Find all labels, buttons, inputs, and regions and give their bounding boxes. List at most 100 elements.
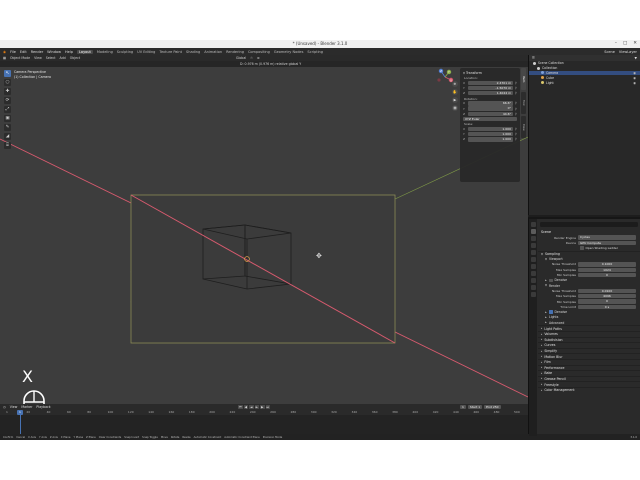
outliner-item[interactable]: Light ◉: [529, 80, 640, 85]
lock-icon[interactable]: ⚲: [513, 101, 517, 105]
rotate-tool-icon[interactable]: ⟳: [4, 97, 11, 104]
r-max-samples-field[interactable]: 4096: [578, 294, 636, 299]
tab-shading[interactable]: Shading: [186, 50, 200, 54]
physics-tab-icon[interactable]: [530, 278, 536, 283]
menu-object[interactable]: Object: [70, 56, 80, 60]
tab-modeling[interactable]: Modeling: [97, 50, 113, 54]
time-limit-field[interactable]: 0 s: [578, 304, 636, 309]
close-button[interactable]: ✕: [633, 40, 637, 48]
device-select[interactable]: GPU Compute: [578, 240, 636, 246]
render-engine-select[interactable]: Cycles: [578, 235, 636, 240]
play-reverse-icon[interactable]: ◄: [249, 405, 254, 409]
editor-type-icon[interactable]: ▦: [3, 56, 6, 60]
annotate-tool-icon[interactable]: ✎: [4, 124, 11, 131]
lock-icon[interactable]: ⚲: [513, 112, 517, 116]
scene-selector[interactable]: Scene: [604, 50, 615, 54]
scale-z-field[interactable]: 1.000: [468, 137, 513, 142]
vp-noise-threshold-field[interactable]: 0.1000: [578, 262, 636, 267]
rotation-x-field[interactable]: 66.6°: [468, 101, 513, 106]
pan-hand-icon[interactable]: ✋: [452, 89, 458, 95]
r-min-samples-field[interactable]: 0: [578, 299, 636, 304]
move-tool-icon[interactable]: ✚: [4, 88, 11, 95]
mode-selector[interactable]: Object Mode: [10, 56, 30, 60]
view-layer-tab-icon[interactable]: [530, 243, 536, 248]
lock-icon[interactable]: ⚲: [513, 91, 517, 95]
properties-search[interactable]: [540, 222, 638, 227]
gizmo-neg-x[interactable]: [437, 78, 441, 82]
3d-viewport[interactable]: ✥ ↖ ○ ✚ ⟳ ⤢ ▣ ✎ ◢ ⌹ Camera Perspective (…: [0, 67, 528, 404]
frame-ruler[interactable]: 1 20 40 60 80 100 120 140 160 180 200 220 240 260 280 3…: [0, 410, 528, 415]
prev-keyframe-icon[interactable]: ◀: [243, 405, 248, 409]
tab-compositing[interactable]: Compositing: [248, 50, 270, 54]
vp-min-samples-field[interactable]: 0: [578, 272, 636, 278]
lock-icon[interactable]: ⚲: [513, 137, 517, 141]
world-tab-icon[interactable]: [530, 257, 536, 262]
pivot-icon[interactable]: ☉: [250, 56, 253, 60]
constraint-tab-icon[interactable]: [530, 285, 536, 290]
rotation-y-field[interactable]: 0°: [468, 106, 513, 111]
tab-rendering[interactable]: Rendering: [226, 50, 244, 54]
timeline-editor-icon[interactable]: ◷: [3, 405, 6, 409]
tab-sculpting[interactable]: Sculpting: [117, 50, 133, 54]
visibility-eye-icon[interactable]: ◉: [633, 71, 640, 75]
location-z-field[interactable]: 1.4044 m: [468, 90, 513, 96]
modifier-tab-icon[interactable]: [530, 271, 536, 276]
view-layer-selector[interactable]: ViewLayer: [619, 50, 637, 54]
next-keyframe-icon[interactable]: ▶: [260, 405, 265, 409]
camera-view-icon[interactable]: ▶: [452, 97, 458, 103]
tab-animation[interactable]: Animation: [204, 50, 222, 54]
measure-tool-icon[interactable]: ◢: [4, 133, 11, 140]
menu-view[interactable]: View: [34, 56, 42, 60]
tab-scripting[interactable]: Scripting: [307, 50, 323, 54]
tab-view[interactable]: View: [521, 116, 526, 138]
transform-tool-icon[interactable]: ▣: [4, 115, 11, 122]
add-cube-tool-icon[interactable]: ⌹: [4, 142, 11, 149]
lock-icon[interactable]: ⚲: [513, 86, 517, 90]
zoom-icon[interactable]: ⊕: [452, 81, 458, 87]
scale-tool-icon[interactable]: ⤢: [4, 106, 11, 113]
minimize-button[interactable]: –: [615, 40, 617, 48]
menu-playback[interactable]: Playback: [36, 405, 50, 409]
lock-icon[interactable]: ⚲: [513, 127, 517, 131]
tab-uv-editing[interactable]: UV Editing: [137, 50, 155, 54]
select-box-tool-icon[interactable]: ↖: [4, 70, 11, 77]
jump-start-icon[interactable]: ⏮: [238, 405, 243, 409]
checkbox[interactable]: [580, 246, 584, 250]
tab-tool[interactable]: Tool: [521, 92, 526, 114]
outliner-editor-icon[interactable]: ☰: [532, 56, 535, 60]
tool-tab-icon[interactable]: [530, 222, 536, 227]
rotation-mode-select[interactable]: XYZ Euler: [463, 116, 517, 122]
cursor-tool-icon[interactable]: ○: [4, 79, 11, 86]
rotation-z-field[interactable]: 44.6°: [468, 111, 513, 116]
scale-y-field[interactable]: 1.000: [468, 132, 513, 137]
r-noise-threshold-field[interactable]: 0.0100: [578, 288, 636, 294]
maximize-button[interactable]: □: [623, 40, 627, 48]
menu-select[interactable]: Select: [46, 56, 56, 60]
snap-icon[interactable]: ⊛: [257, 56, 260, 60]
play-icon[interactable]: ►: [254, 405, 259, 409]
menu-edit[interactable]: Edit: [20, 50, 27, 54]
visibility-eye-icon[interactable]: ◉: [633, 81, 640, 85]
output-tab-icon[interactable]: [530, 236, 536, 241]
current-frame-field[interactable]: 1: [460, 405, 466, 409]
lock-icon[interactable]: ⚲: [513, 81, 517, 85]
menu-add[interactable]: Add: [60, 56, 66, 60]
vp-max-samples-field[interactable]: 1024: [578, 267, 636, 272]
menu-file[interactable]: File: [10, 50, 16, 54]
menu-timeline-view[interactable]: View: [10, 405, 18, 409]
ortho-grid-icon[interactable]: ▦: [452, 105, 458, 111]
menu-marker[interactable]: Marker: [21, 405, 32, 409]
orientation-selector[interactable]: Global: [236, 56, 246, 60]
visibility-eye-icon[interactable]: ◉: [633, 76, 640, 80]
scale-x-field[interactable]: 1.000: [468, 126, 513, 132]
render-tab-icon[interactable]: [530, 229, 536, 234]
tab-texture-paint[interactable]: Texture Paint: [159, 50, 182, 54]
filter-icon[interactable]: ▼: [635, 56, 640, 60]
start-frame-field[interactable]: Start 1: [467, 405, 483, 409]
blender-logo-icon[interactable]: ◉: [3, 50, 6, 54]
object-tab-icon[interactable]: [530, 264, 536, 269]
tab-layout[interactable]: Layout: [76, 49, 93, 54]
scene-tab-icon[interactable]: [530, 250, 536, 255]
location-x-field[interactable]: 2.4701 m: [468, 80, 513, 85]
location-y-field[interactable]: -1.5070 m: [468, 85, 513, 91]
